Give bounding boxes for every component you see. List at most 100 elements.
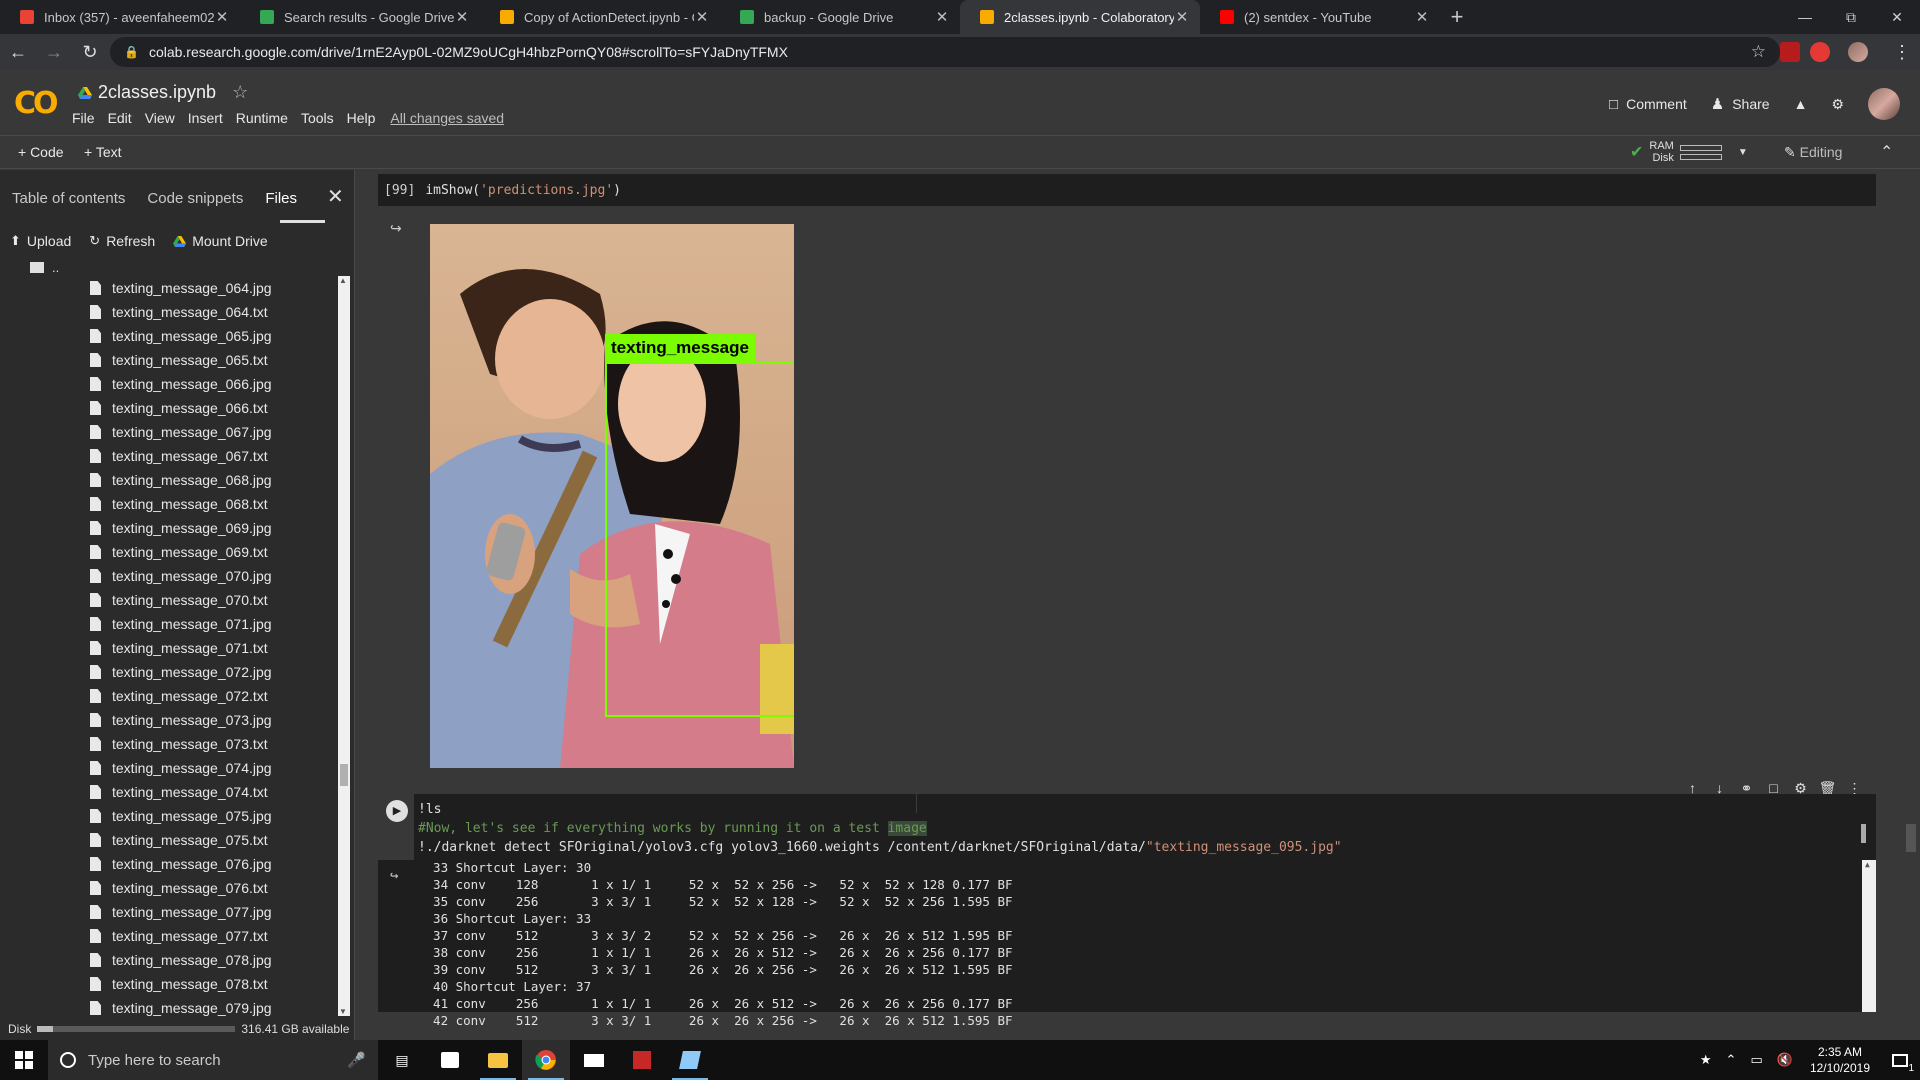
network-icon[interactable]: ▭ — [1750, 1052, 1762, 1068]
acrobat-extension-icon[interactable] — [1780, 42, 1800, 62]
close-tab-icon[interactable]: ✕ — [934, 8, 950, 26]
add-code-cell-button[interactable]: + Code — [18, 144, 64, 160]
file-explorer-icon[interactable] — [474, 1040, 522, 1080]
mount-drive-button[interactable]: Mount Drive — [173, 233, 268, 249]
file-list-item[interactable]: texting_message_068.jpg — [0, 468, 338, 492]
file-list-item[interactable]: texting_message_076.txt — [0, 876, 338, 900]
file-list-item[interactable]: texting_message_071.jpg — [0, 612, 338, 636]
restore-icon[interactable]: ⧉ — [1828, 0, 1874, 34]
chrome-menu-icon[interactable]: ⋮ — [1884, 34, 1920, 70]
file-list-item[interactable]: texting_message_065.txt — [0, 348, 338, 372]
scroll-down-icon[interactable]: ▼ — [339, 1007, 347, 1016]
editing-mode[interactable]: ✎ Editing — [1784, 144, 1842, 161]
adblock-extension-icon[interactable] — [1810, 42, 1830, 62]
forward-icon[interactable]: → — [36, 34, 72, 70]
menu-help[interactable]: Help — [347, 110, 376, 126]
tab-table-of-contents[interactable]: Table of contents — [12, 190, 125, 207]
notebook-title[interactable]: 2classes.ipynb — [98, 82, 216, 103]
colab-logo[interactable]: CO — [14, 86, 58, 121]
task-view-icon[interactable]: ▤ — [378, 1040, 426, 1080]
file-list-item[interactable]: texting_message_065.jpg — [0, 324, 338, 348]
file-list-item[interactable]: texting_message_071.txt — [0, 636, 338, 660]
close-tab-icon[interactable]: ✕ — [1414, 8, 1430, 26]
output-menu-icon[interactable]: ↪ — [390, 220, 402, 237]
editor-scroll-thumb[interactable] — [1861, 824, 1866, 843]
tab-code-snippets[interactable]: Code snippets — [147, 190, 243, 207]
code-cell-darknet[interactable]: ↑ ↓ ⚭ □ ⚙ 🗑 ⋮ ▶ !ls #Now, let's see if e… — [378, 780, 1876, 1028]
notification-center-icon[interactable]: 1 — [1880, 1040, 1920, 1080]
mail-icon[interactable] — [570, 1040, 618, 1080]
code-cell-imshow[interactable]: [99] imShow('predictions.jpg') — [378, 174, 1876, 206]
file-list-item[interactable]: texting_message_064.jpg — [0, 276, 338, 300]
file-list-item[interactable]: texting_message_075.txt — [0, 828, 338, 852]
run-cell-button[interactable]: ▶ — [386, 800, 408, 822]
people-tray-icon[interactable]: ★ — [1700, 1052, 1712, 1068]
scrollbar-thumb[interactable] — [340, 764, 348, 786]
file-list-item[interactable]: texting_message_073.jpg — [0, 708, 338, 732]
bookmark-star-icon[interactable]: ☆ — [1751, 42, 1766, 62]
parent-directory-row[interactable]: .. — [0, 256, 354, 278]
new-tab-button[interactable]: + — [1440, 0, 1474, 34]
file-list-scrollbar[interactable]: ▲ ▼ — [338, 276, 350, 1016]
star-notebook-icon[interactable]: ☆ — [232, 82, 248, 103]
share-button[interactable]: ♟ Share — [1711, 95, 1770, 113]
tab-files[interactable]: Files — [265, 190, 297, 207]
close-tab-icon[interactable]: ✕ — [454, 8, 470, 26]
minimize-icon[interactable]: — — [1782, 0, 1828, 34]
collapse-header-icon[interactable]: ⌃ — [1880, 142, 1893, 162]
settings-gear-icon[interactable]: ⚙ — [1831, 96, 1844, 113]
file-list-item[interactable]: texting_message_072.txt — [0, 684, 338, 708]
profile-avatar-icon[interactable] — [1848, 42, 1868, 62]
file-list-item[interactable]: texting_message_066.jpg — [0, 372, 338, 396]
start-button[interactable] — [0, 1040, 48, 1080]
file-list-item[interactable]: texting_message_074.txt — [0, 780, 338, 804]
ram-disk-indicator[interactable]: ✔ RAM Disk ▼ — [1630, 140, 1748, 164]
taskbar-search[interactable]: Type here to search 🎤 — [48, 1040, 378, 1080]
tray-expand-icon[interactable]: ⌃ — [1726, 1052, 1737, 1068]
file-list-item[interactable]: texting_message_078.txt — [0, 972, 338, 996]
file-list-item[interactable]: texting_message_073.txt — [0, 732, 338, 756]
microphone-icon[interactable]: 🎤 — [347, 1051, 366, 1069]
chrome-icon[interactable] — [522, 1040, 570, 1080]
file-list-item[interactable]: texting_message_078.jpg — [0, 948, 338, 972]
output-scrollbar[interactable]: ▲ — [1862, 860, 1876, 1012]
browser-tab[interactable]: (2) sentdex - YouTube ✕ — [1200, 0, 1440, 34]
close-tab-icon[interactable]: ✕ — [1174, 8, 1190, 26]
chevron-down-icon[interactable]: ▼ — [1738, 147, 1748, 158]
menu-view[interactable]: View — [145, 110, 175, 126]
code-editor[interactable]: !ls #Now, let's see if everything works … — [414, 794, 1876, 860]
notebook-scrollbar[interactable] — [1906, 170, 1916, 1040]
menu-edit[interactable]: Edit — [108, 110, 132, 126]
store-icon[interactable] — [426, 1040, 474, 1080]
acrobat-icon[interactable] — [618, 1040, 666, 1080]
save-status[interactable]: All changes saved — [390, 110, 504, 126]
file-list-item[interactable]: texting_message_069.jpg — [0, 516, 338, 540]
browser-tab[interactable]: Copy of ActionDetect.ipynb - Col ✕ — [480, 0, 720, 34]
file-list-item[interactable]: texting_message_076.jpg — [0, 852, 338, 876]
close-sidebar-icon[interactable]: ✕ — [327, 184, 344, 209]
menu-tools[interactable]: Tools — [301, 110, 334, 126]
account-avatar[interactable] — [1868, 88, 1900, 120]
file-list-item[interactable]: texting_message_066.txt — [0, 396, 338, 420]
browser-tab[interactable]: Inbox (357) - aveenfaheem02@g✕ — [0, 0, 240, 34]
reload-icon[interactable]: ↻ — [72, 34, 108, 70]
scroll-up-icon[interactable]: ▲ — [1865, 860, 1870, 869]
file-list-item[interactable]: texting_message_070.txt — [0, 588, 338, 612]
close-tab-icon[interactable]: ✕ — [694, 8, 710, 26]
output-menu-icon[interactable]: ↪ — [390, 868, 398, 884]
upload-button[interactable]: ⬆ Upload — [10, 233, 71, 249]
file-list-item[interactable]: texting_message_070.jpg — [0, 564, 338, 588]
file-list-item[interactable]: texting_message_077.txt — [0, 924, 338, 948]
browser-tab[interactable]: Search results - Google Drive ✕ — [240, 0, 480, 34]
menu-runtime[interactable]: Runtime — [236, 110, 288, 126]
browser-tab[interactable]: backup - Google Drive ✕ — [720, 0, 960, 34]
volume-muted-icon[interactable]: 🔇 — [1777, 1052, 1793, 1068]
close-window-icon[interactable]: ✕ — [1874, 0, 1920, 34]
lab-flask-icon[interactable]: ▲ — [1794, 96, 1808, 112]
omnibox[interactable]: 🔒 colab.research.google.com/drive/1rnE2A… — [110, 37, 1780, 67]
add-text-cell-button[interactable]: + Text — [84, 144, 122, 160]
file-list-item[interactable]: texting_message_077.jpg — [0, 900, 338, 924]
refresh-button[interactable]: ↻ Refresh — [89, 233, 155, 249]
close-tab-icon[interactable]: ✕ — [214, 8, 230, 26]
file-list-item[interactable]: texting_message_075.jpg — [0, 804, 338, 828]
